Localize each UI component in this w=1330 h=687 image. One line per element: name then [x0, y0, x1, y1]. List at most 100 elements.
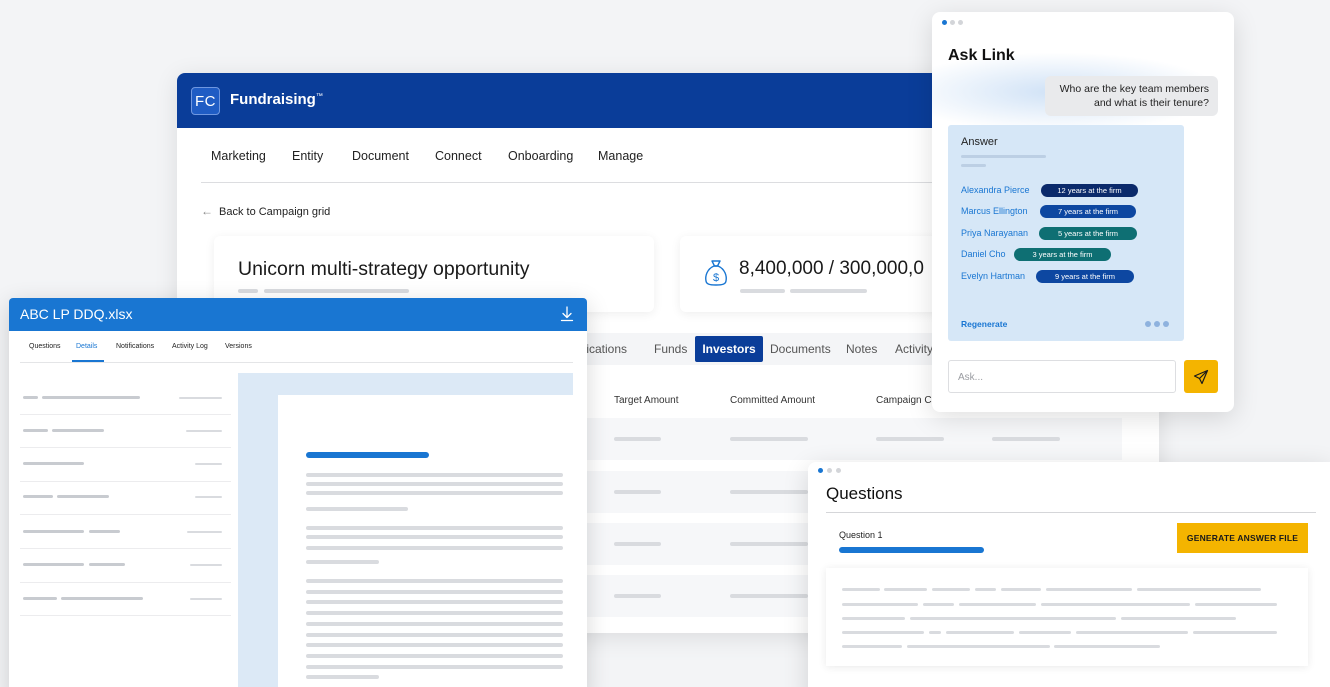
nav-connect[interactable]: Connect: [435, 149, 482, 163]
ddq-tab-questions[interactable]: Questions: [29, 343, 61, 350]
download-icon[interactable]: [560, 306, 574, 322]
text-line: [306, 611, 563, 615]
questions-window: Questions Question 1 GENERATE ANSWER FIL…: [808, 462, 1330, 687]
back-link-label: Back to Campaign grid: [219, 206, 331, 218]
tenure-badge: 5 years at the firm: [1039, 227, 1137, 240]
text-line: [306, 535, 563, 539]
ddq-tab-details[interactable]: Details: [76, 343, 97, 350]
placeholder-line: [23, 563, 84, 566]
tab-documents[interactable]: Documents: [770, 342, 831, 356]
placeholder-line: [190, 564, 222, 566]
regenerate-button[interactable]: Regenerate: [961, 319, 1007, 329]
text-line: [1195, 603, 1277, 606]
generate-answer-file-button[interactable]: GENERATE ANSWER FILE: [1177, 523, 1308, 553]
text-line: [1001, 588, 1041, 591]
window-dot: [818, 468, 823, 473]
placeholder-line: [264, 289, 409, 293]
send-button[interactable]: [1184, 360, 1218, 393]
column-header-target-amount[interactable]: Target Amount: [614, 395, 678, 406]
placeholder-line: [961, 164, 986, 167]
text-line: [306, 633, 563, 637]
text-line: [306, 665, 563, 669]
row-divider: [20, 548, 231, 549]
column-header-campaign[interactable]: Campaign Cu: [876, 395, 937, 406]
text-line: [842, 603, 918, 606]
questions-title: Questions: [826, 484, 903, 503]
text-line: [306, 579, 563, 583]
table-row[interactable]: [587, 418, 1122, 460]
text-line: [1076, 631, 1188, 634]
money-bag-icon: $: [705, 260, 727, 286]
nav-document[interactable]: Document: [352, 149, 409, 163]
svg-text:$: $: [713, 272, 719, 284]
text-line: [842, 631, 924, 634]
nav-manage[interactable]: Manage: [598, 149, 643, 163]
logo: FC: [191, 87, 220, 115]
text-line: [1019, 631, 1071, 634]
row-divider: [20, 447, 231, 448]
placeholder-line: [195, 463, 222, 465]
text-line: [842, 645, 902, 648]
text-line: [306, 622, 563, 626]
ask-link-title: Ask Link: [948, 47, 1015, 64]
placeholder-line: [57, 495, 109, 498]
trademark-mark: ™: [315, 93, 323, 100]
nav-marketing[interactable]: Marketing: [211, 149, 266, 163]
tab-investors[interactable]: Investors: [695, 336, 763, 362]
window-dot: [950, 20, 955, 25]
campaign-title: Unicorn multi-strategy opportunity: [238, 258, 530, 280]
ddq-tab-versions[interactable]: Versions: [225, 343, 252, 350]
placeholder-line: [42, 396, 140, 399]
column-header-committed-amount[interactable]: Committed Amount: [730, 395, 815, 406]
text-line: [306, 643, 563, 647]
title-divider: [826, 512, 1316, 513]
text-line: [306, 507, 408, 511]
text-line: [842, 588, 880, 591]
placeholder-line: [23, 396, 38, 399]
answer-preview-card: [826, 568, 1308, 666]
placeholder-line: [614, 594, 661, 598]
ddq-tab-notifications[interactable]: Notifications: [116, 343, 154, 350]
tenure-badge: 3 years at the firm: [1014, 248, 1111, 261]
ddq-header: ABC LP DDQ.xlsx: [9, 298, 587, 331]
placeholder-line: [52, 429, 104, 432]
text-line: [306, 590, 563, 594]
placeholder-line: [876, 437, 944, 441]
ddq-tab-activity-log[interactable]: Activity Log: [172, 343, 208, 350]
placeholder-line: [961, 155, 1046, 158]
row-divider: [20, 414, 231, 415]
text-line: [975, 588, 996, 591]
amount-raised: 8,400,000 / 300,000,0: [739, 258, 924, 279]
placeholder-line: [195, 496, 222, 498]
placeholder-line: [179, 397, 222, 399]
nav-onboarding[interactable]: Onboarding: [508, 149, 573, 163]
back-to-campaign-grid-link[interactable]: ← Back to Campaign grid: [201, 204, 330, 218]
back-arrow-icon: ←: [201, 204, 213, 218]
placeholder-line: [187, 531, 222, 533]
ask-input[interactable]: Ask...: [948, 360, 1176, 393]
more-dots-icon: [1145, 321, 1169, 327]
send-icon: [1193, 369, 1209, 384]
tenure-badge: 9 years at the firm: [1036, 270, 1134, 283]
text-line: [1041, 603, 1190, 606]
answer-panel: Answer Alexandra Pierce 12 years at the …: [948, 125, 1184, 341]
text-line: [306, 654, 563, 658]
team-member-name: Marcus Ellington: [961, 206, 1028, 216]
nav-entity[interactable]: Entity: [292, 149, 323, 163]
user-question-bubble: Who are the key team members and what is…: [1045, 76, 1218, 116]
text-line: [929, 631, 941, 634]
placeholder-line: [730, 594, 808, 598]
row-divider: [20, 481, 231, 482]
tab-activity[interactable]: Activity: [895, 342, 933, 356]
ddq-window: ABC LP DDQ.xlsx Questions Details Notifi…: [9, 298, 587, 687]
window-dot: [958, 20, 963, 25]
tab-notes[interactable]: Notes: [846, 342, 877, 356]
placeholder-line: [730, 490, 808, 494]
ask-link-window: Ask Link Who are the key team members an…: [932, 12, 1234, 412]
text-line: [1137, 588, 1261, 591]
tab-funds[interactable]: Funds: [654, 342, 687, 356]
placeholder-line: [23, 530, 84, 533]
placeholder-line: [190, 598, 222, 600]
answer-label: Answer: [961, 136, 998, 148]
window-dot: [942, 20, 947, 25]
